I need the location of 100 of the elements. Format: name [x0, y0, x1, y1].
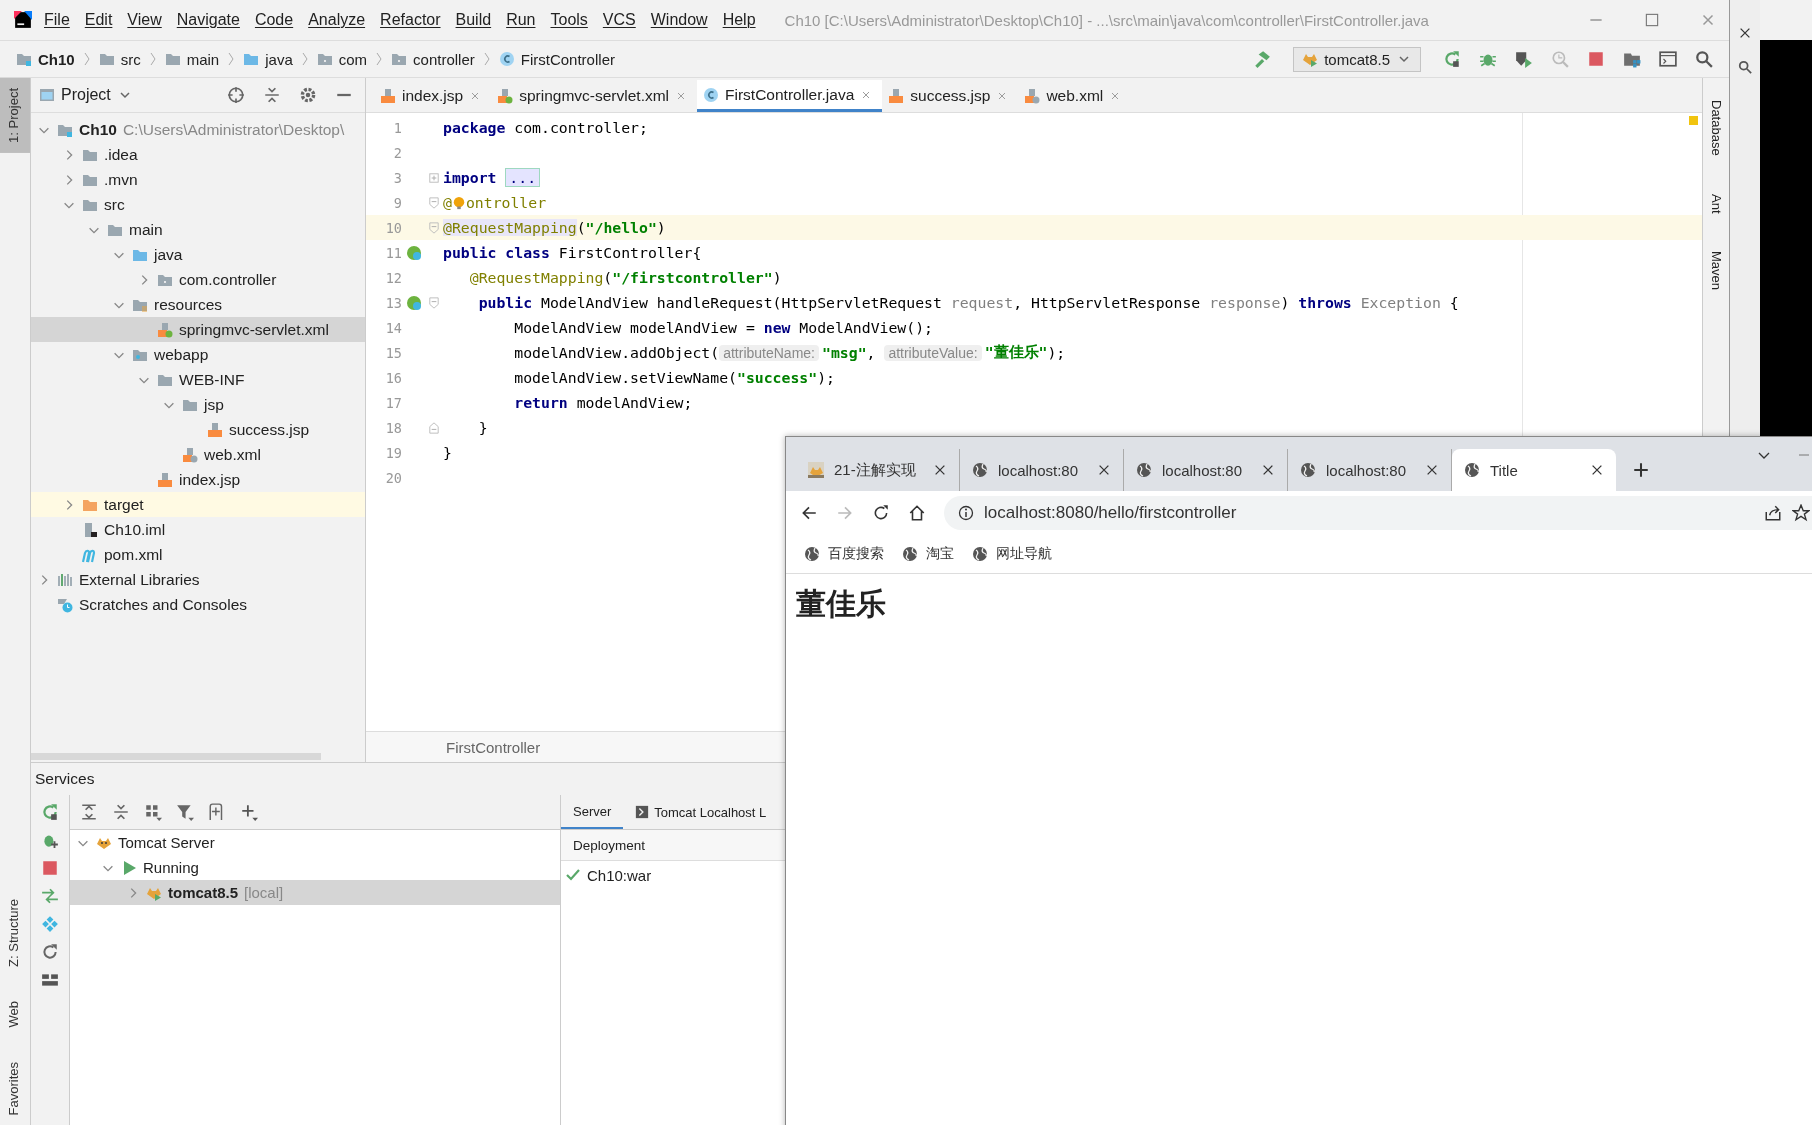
browser-tab[interactable]: Title	[1452, 449, 1616, 491]
tree-item[interactable]: target	[31, 492, 365, 517]
browser-tab[interactable]: localhost:80	[960, 449, 1124, 491]
locate-icon[interactable]	[227, 86, 245, 104]
profiler-icon[interactable]	[1551, 50, 1569, 68]
address-field[interactable]: localhost:8080/hello/firstcontroller	[944, 496, 1812, 530]
menu-item[interactable]: VCS	[602, 11, 636, 29]
menu-item[interactable]: Code	[254, 11, 294, 29]
tree-item[interactable]: .idea	[31, 142, 365, 167]
tree-item[interactable]: java	[31, 242, 365, 267]
expand-all-icon[interactable]	[80, 803, 98, 821]
tree-item[interactable]: Ch10 C:\Users\Administrator\Desktop\	[31, 117, 365, 142]
panel-title[interactable]: Project	[61, 86, 111, 104]
star-icon[interactable]	[1792, 504, 1810, 522]
share-icon[interactable]	[1764, 504, 1782, 522]
back-icon[interactable]	[800, 504, 818, 522]
forward-icon[interactable]	[836, 504, 854, 522]
tree-item[interactable]: index.jsp	[31, 467, 365, 492]
menu-item[interactable]: View	[127, 11, 162, 29]
tool-window-tab[interactable]: Database	[1705, 96, 1727, 160]
collapse-all-icon[interactable]	[263, 86, 281, 104]
bulb-icon[interactable]	[451, 195, 466, 210]
menu-item[interactable]: File	[44, 11, 70, 29]
fold-icon[interactable]	[427, 170, 441, 185]
menu-item[interactable]: Window	[650, 11, 708, 29]
editor-tab[interactable]: springmvc-servlet.xml	[491, 80, 698, 112]
bean-icon[interactable]	[406, 244, 422, 261]
breadcrumb[interactable]: Ch10	[38, 50, 75, 68]
tree-item[interactable]: Scratches and Consoles	[31, 592, 365, 617]
reload-icon[interactable]	[872, 504, 890, 522]
breadcrumb[interactable]: FirstController	[520, 50, 615, 68]
maximize-icon[interactable]	[1643, 11, 1661, 29]
tree-item[interactable]: .mvn	[31, 167, 365, 192]
tool-window-tab[interactable]: Favorites	[0, 1051, 30, 1125]
deploy-icon[interactable]	[41, 887, 59, 905]
refresh-icon[interactable]	[41, 943, 59, 961]
breadcrumb[interactable]: src	[120, 50, 141, 68]
bookmark[interactable]: 淘宝	[902, 545, 954, 563]
group-icon[interactable]	[144, 803, 162, 821]
editor-tab[interactable]: success.jsp	[882, 80, 1019, 112]
terminal-icon[interactable]	[1659, 50, 1677, 68]
close-icon[interactable]	[1097, 463, 1111, 477]
tool-window-tab[interactable]: Z: Structure	[0, 889, 30, 978]
bookmark[interactable]: 百度搜索	[804, 545, 884, 563]
tree-item[interactable]: webapp	[31, 342, 365, 367]
layout-icon[interactable]	[41, 971, 59, 989]
editor-tab[interactable]: index.jsp	[374, 80, 492, 112]
tab[interactable]: Tomcat Localhost L	[623, 795, 779, 829]
add-icon[interactable]	[240, 803, 258, 821]
tree-item[interactable]: WEB-INF	[31, 367, 365, 392]
project-structure-icon[interactable]	[1623, 50, 1641, 68]
settings-icon[interactable]	[299, 86, 317, 104]
filter-icon[interactable]	[176, 803, 194, 821]
browser-tab[interactable]: 21-注解实现	[796, 449, 960, 491]
tree-item[interactable]: pom.xml	[31, 542, 365, 567]
menu-item[interactable]: Navigate	[176, 11, 240, 29]
breadcrumb[interactable]: com	[338, 50, 368, 68]
new-tab-icon[interactable]	[1632, 461, 1650, 479]
close-icon[interactable]	[1590, 463, 1604, 477]
run-configuration-dropdown[interactable]: tomcat8.5	[1293, 46, 1421, 72]
close-icon[interactable]	[933, 463, 947, 477]
tree-item[interactable]: src	[31, 192, 365, 217]
home-icon[interactable]	[908, 504, 926, 522]
search-icon[interactable]	[1738, 60, 1752, 74]
bean-icon[interactable]	[406, 294, 422, 311]
browser-tab[interactable]: localhost:80	[1124, 449, 1288, 491]
tree-item[interactable]: springmvc-servlet.xml	[31, 317, 365, 342]
menu-item[interactable]: Run	[506, 11, 536, 29]
close-icon[interactable]	[1261, 463, 1275, 477]
breadcrumb[interactable]: FirstController	[446, 738, 541, 756]
info-icon[interactable]	[958, 505, 974, 521]
deployment-item[interactable]: Ch10:war	[561, 861, 652, 889]
tree-item[interactable]: jsp	[31, 392, 365, 417]
editor-tab[interactable]: FirstController.java	[697, 80, 883, 112]
tree-item[interactable]: main	[31, 217, 365, 242]
menu-item[interactable]: Help	[722, 11, 756, 29]
tree-item[interactable]: Tomcat Server	[70, 830, 560, 855]
tree-item[interactable]: resources	[31, 292, 365, 317]
tool-window-tab[interactable]: Web	[0, 991, 30, 1038]
breadcrumb[interactable]: java	[265, 50, 293, 68]
stop-icon[interactable]	[1587, 50, 1605, 68]
close-icon[interactable]	[1425, 463, 1439, 477]
menu-item[interactable]: Edit	[84, 11, 113, 29]
tree-item[interactable]: success.jsp	[31, 417, 365, 442]
fold-icon[interactable]	[427, 420, 441, 435]
diamond-icon[interactable]	[41, 915, 59, 933]
rerun-icon[interactable]	[41, 803, 59, 821]
menu-item[interactable]: Build	[455, 11, 492, 29]
fold-icon[interactable]	[427, 195, 441, 210]
editor-tab[interactable]: web.xml	[1018, 80, 1132, 112]
tree-item[interactable]: tomcat8.5 [local]	[70, 880, 560, 905]
breadcrumb[interactable]: main	[186, 50, 220, 68]
tree-item[interactable]: External Libraries	[31, 567, 365, 592]
search-icon[interactable]	[1695, 50, 1713, 68]
menu-item[interactable]: Tools	[550, 11, 588, 29]
breadcrumb[interactable]: controller	[413, 50, 475, 68]
tool-window-tab[interactable]: Maven	[1705, 247, 1727, 295]
hammer-icon[interactable]	[1253, 50, 1272, 68]
stop-icon[interactable]	[41, 859, 59, 877]
warning-marker[interactable]	[1689, 116, 1698, 125]
